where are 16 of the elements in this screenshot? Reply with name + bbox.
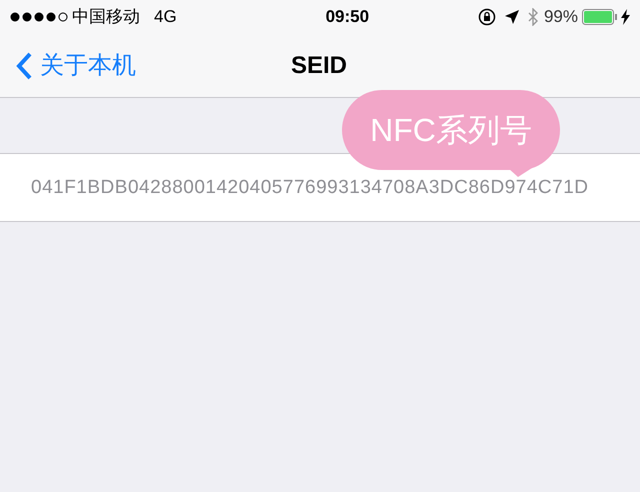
- clock-time: 09:50: [326, 6, 370, 28]
- battery-percent: 99%: [544, 6, 578, 28]
- charging-bolt-icon: [621, 9, 630, 25]
- callout-bubble: NFC系列号: [342, 90, 560, 170]
- carrier-name: 中国移动: [72, 6, 140, 28]
- location-arrow-icon: [504, 9, 520, 25]
- network-type: 4G: [154, 6, 177, 28]
- signal-icon: [10, 12, 70, 22]
- chevron-left-icon: [16, 52, 32, 80]
- back-button[interactable]: 关于本机: [16, 48, 136, 84]
- seid-value: 041F1BDB04288001420405776993134708A3DC86D974C71D: [31, 178, 588, 197]
- battery-icon: [582, 9, 618, 25]
- page-title: SEID: [291, 50, 348, 80]
- bluetooth-icon: [528, 8, 538, 26]
- rotation-lock-icon: [478, 8, 496, 26]
- callout-tail-icon: [508, 168, 532, 177]
